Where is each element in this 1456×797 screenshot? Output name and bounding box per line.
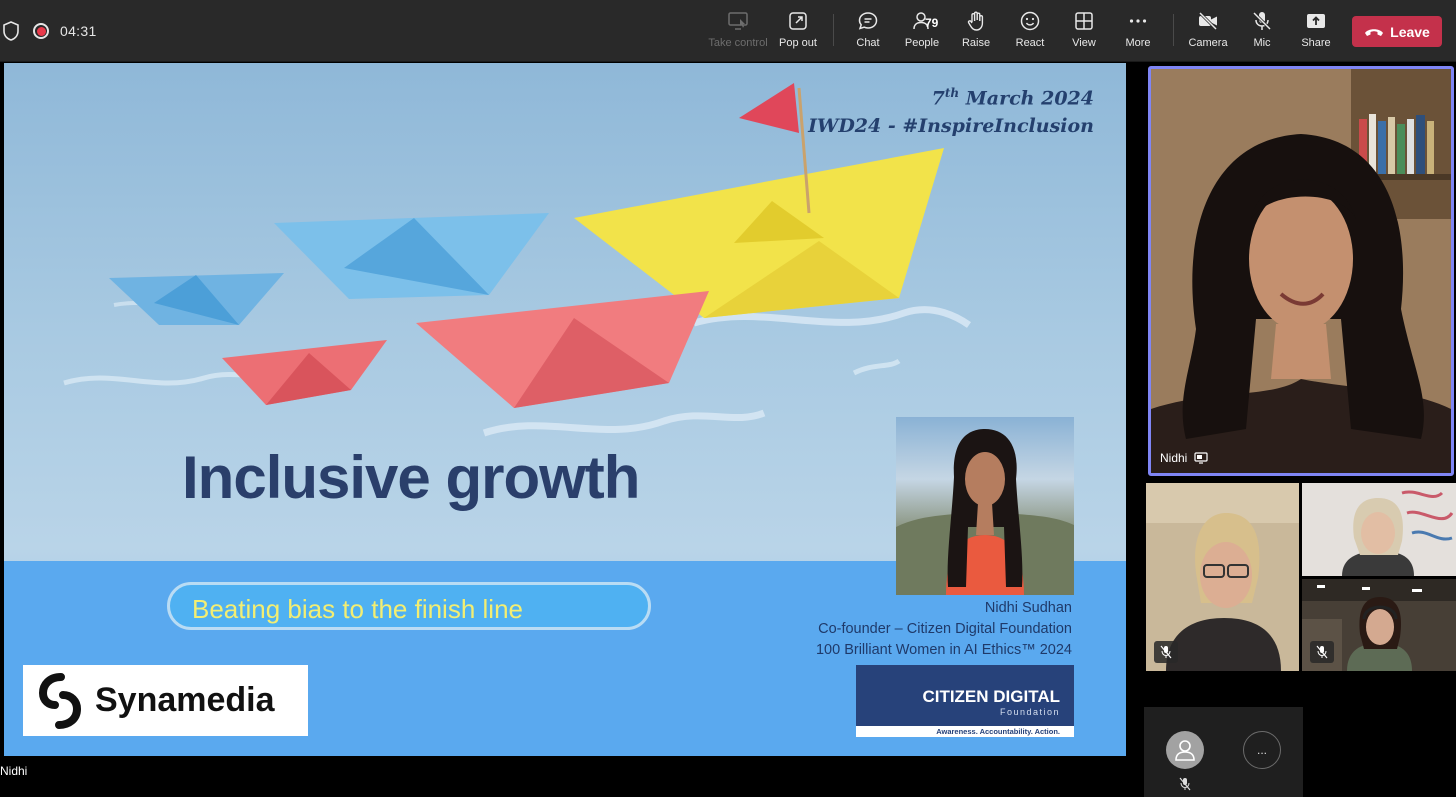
sharer-name-label: Nidhi bbox=[0, 764, 28, 778]
phone-icon bbox=[1365, 28, 1384, 36]
chat-icon bbox=[858, 12, 878, 30]
participant-mute-indicator bbox=[1310, 641, 1334, 663]
slide-subtitle-pill: Beating bias to the finish line bbox=[167, 582, 651, 630]
meeting-timer: 04:31 bbox=[60, 23, 97, 39]
presentation-slide: 7th March 2024 IWD24 - #InspireInclusion… bbox=[4, 63, 1126, 756]
more-icon bbox=[1129, 19, 1147, 23]
participant-mute-indicator bbox=[1154, 641, 1178, 663]
synamedia-logo-mark bbox=[38, 672, 82, 729]
meeting-toolbar: 04:31 Take control Pop out Chat 79 Peopl… bbox=[0, 0, 1456, 62]
more-button[interactable]: More bbox=[1106, 10, 1170, 56]
speaker-award: 100 Brilliant Women in AI Ethics™ 2024 bbox=[815, 642, 1072, 658]
more-participants-button[interactable]: ... bbox=[1243, 731, 1281, 769]
take-control-button[interactable]: Take control bbox=[706, 10, 770, 56]
shield-icon bbox=[3, 21, 19, 41]
slide-event: IWD24 - #InspireInclusion bbox=[808, 115, 1094, 138]
react-icon bbox=[1020, 11, 1040, 31]
toolbar-divider bbox=[833, 14, 834, 46]
camera-off-icon bbox=[1198, 11, 1218, 31]
speaker-info: Nidhi Sudhan Co-founder – Citizen Digita… bbox=[816, 598, 1072, 661]
participant-tile[interactable] bbox=[1302, 483, 1456, 576]
meeting-status: 04:31 bbox=[0, 20, 97, 42]
participant-name-tag: Nidhi bbox=[1160, 451, 1208, 465]
mic-off-icon bbox=[1316, 645, 1328, 659]
view-icon bbox=[1075, 12, 1093, 30]
share-button[interactable]: Share bbox=[1284, 10, 1348, 56]
mic-off-icon bbox=[1252, 11, 1272, 31]
share-icon bbox=[1307, 14, 1325, 28]
synamedia-logo: Synamedia bbox=[23, 665, 308, 736]
screen-share-icon bbox=[1194, 452, 1208, 464]
pop-out-icon bbox=[789, 12, 807, 30]
participant-video bbox=[1302, 483, 1456, 576]
participant-tile[interactable] bbox=[1302, 579, 1456, 671]
citizen-digital-foundation-logo: CITIZEN DIGITAL Foundation Awareness. Ac… bbox=[856, 665, 1074, 737]
leave-button[interactable]: Leave bbox=[1352, 16, 1442, 47]
people-count-badge: 79 bbox=[925, 16, 939, 30]
slide-date: 7th March 2024 IWD24 - #InspireInclusion bbox=[808, 79, 1094, 140]
record-icon bbox=[33, 23, 49, 39]
pop-out-button[interactable]: Pop out bbox=[766, 10, 830, 56]
mic-off-icon bbox=[1179, 777, 1191, 791]
speaker-name: Nidhi Sudhan bbox=[984, 600, 1072, 616]
speaker-photo bbox=[896, 417, 1074, 595]
mic-off-icon bbox=[1160, 645, 1172, 659]
raise-hand-icon bbox=[967, 11, 984, 31]
slide-title: Inclusive growth bbox=[182, 444, 640, 511]
speaker-role: Co-founder – Citizen Digital Foundation bbox=[818, 621, 1072, 637]
participant-video bbox=[1151, 69, 1451, 473]
self-view-strip: ... bbox=[1144, 707, 1303, 797]
avatar-icon bbox=[1175, 740, 1195, 761]
slide-subtitle: Beating bias to the finish line bbox=[192, 594, 523, 624]
toolbar-divider bbox=[1173, 14, 1174, 46]
participant-tile-active-speaker[interactable]: Nidhi bbox=[1148, 66, 1454, 476]
self-avatar[interactable] bbox=[1166, 731, 1204, 769]
participant-tile[interactable] bbox=[1146, 483, 1299, 671]
take-control-icon bbox=[728, 12, 748, 30]
